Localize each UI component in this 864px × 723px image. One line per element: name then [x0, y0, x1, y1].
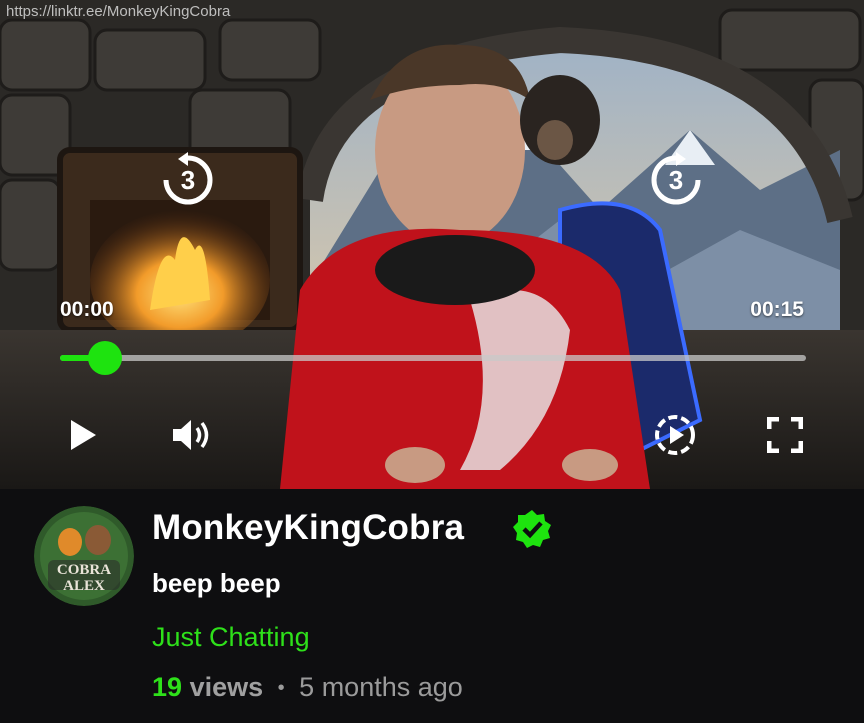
video-title: beep beep — [152, 568, 281, 598]
views-label: views — [189, 672, 264, 702]
upload-age: 5 months ago — [299, 672, 463, 702]
rewind-icon: 3 — [163, 152, 213, 205]
fullscreen-icon — [767, 417, 803, 453]
verified-icon — [513, 510, 551, 548]
video-player[interactable]: https://linktr.ee/MonkeyKingCobra 3 3 00… — [0, 0, 864, 489]
svg-text:ALEX: ALEX — [63, 578, 105, 594]
channel-name[interactable]: MonkeyKingCobra — [152, 508, 464, 548]
svg-text:COBRA: COBRA — [57, 562, 111, 578]
rewind-button[interactable]: 3 — [160, 152, 216, 208]
cobra-kai-logo: COBRA ALEX — [34, 506, 134, 606]
video-frame — [0, 0, 864, 489]
category-link[interactable]: Just Chatting — [152, 622, 310, 653]
play-icon — [71, 420, 96, 450]
play-button[interactable] — [62, 414, 104, 456]
verified-badge — [512, 509, 552, 554]
seek-bar[interactable] — [60, 355, 806, 361]
avatar[interactable]: COBRA ALEX — [34, 506, 134, 606]
fullscreen-button[interactable] — [764, 414, 806, 456]
separator-dot: • — [277, 677, 285, 700]
volume-button[interactable] — [168, 412, 214, 458]
linktree-overlay-text: https://linktr.ee/MonkeyKingCobra — [6, 3, 231, 20]
duration: 00:15 — [750, 298, 804, 321]
view-count: 19 — [152, 672, 183, 702]
current-time: 00:00 — [60, 298, 114, 321]
forward-icon: 3 — [651, 152, 701, 205]
forward-button[interactable]: 3 — [648, 152, 704, 208]
clip-icon — [655, 415, 695, 455]
rewind-seconds: 3 — [181, 165, 195, 195]
volume-icon — [173, 420, 209, 450]
forward-seconds: 3 — [669, 165, 683, 195]
clip-button[interactable] — [652, 412, 698, 458]
seek-handle[interactable] — [87, 341, 122, 375]
video-stats: 19 views • 5 months ago — [152, 672, 463, 703]
